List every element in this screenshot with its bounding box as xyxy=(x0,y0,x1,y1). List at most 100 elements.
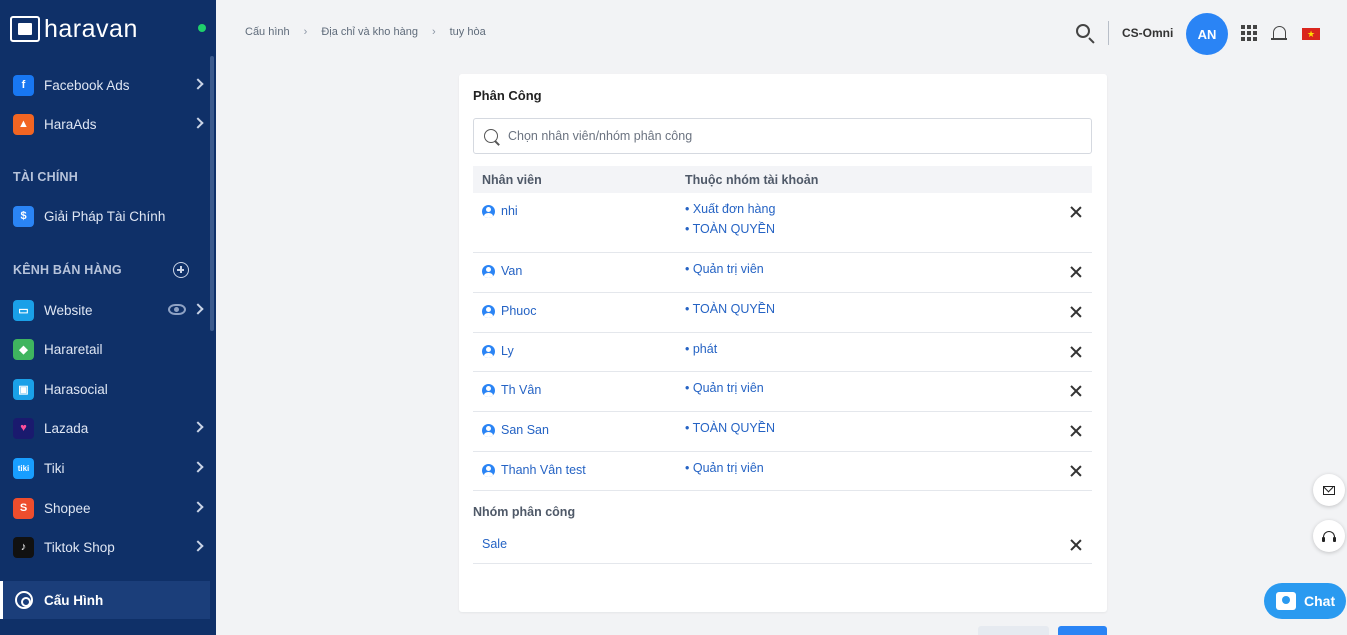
column-header-employee: Nhân viên xyxy=(482,173,542,187)
harasocial-icon: ▣ xyxy=(13,378,34,400)
user-icon xyxy=(482,204,495,218)
employee-name[interactable]: Phuoc xyxy=(482,304,536,318)
employee-name[interactable]: Thanh Vân test xyxy=(482,463,586,477)
cancel-button[interactable] xyxy=(978,626,1049,635)
table-row: San San • TOÀN QUYỀN xyxy=(473,412,1092,452)
user-icon xyxy=(482,423,495,437)
sidebar-item-settings[interactable]: Cấu Hình xyxy=(0,581,210,619)
sidebar-item-facebook-ads[interactable]: f Facebook Ads xyxy=(0,68,210,102)
group-list: • Quản trị viên xyxy=(685,378,764,398)
group-item: • Xuất đơn hàng xyxy=(685,202,776,216)
sidebar-item-finance[interactable]: $ Giải Pháp Tài Chính xyxy=(0,199,210,233)
sidebar-item-label: Lazada xyxy=(44,420,89,436)
search-icon xyxy=(484,129,498,143)
group-item: • phát xyxy=(685,342,718,356)
group-item: • TOÀN QUYỀN xyxy=(685,421,776,435)
mail-icon xyxy=(1323,485,1335,495)
vietnam-flag-icon[interactable]: ★ xyxy=(1302,28,1320,40)
group-list: • phát xyxy=(685,339,717,359)
group-list: • TOÀN QUYỀN xyxy=(685,299,775,319)
assigned-group-name[interactable]: Sale xyxy=(482,537,507,551)
employee-name-text: Van xyxy=(501,264,523,278)
hararetail-icon: ◆ xyxy=(13,338,34,360)
remove-icon[interactable] xyxy=(1070,465,1082,477)
employee-name[interactable]: Th Vân xyxy=(482,383,541,397)
search-icon[interactable] xyxy=(1076,24,1090,38)
group-item: • Quản trị viên xyxy=(685,381,764,395)
breadcrumb-item[interactable]: Địa chỉ và kho hàng xyxy=(321,26,418,38)
apps-grid-icon[interactable] xyxy=(1241,25,1257,41)
mail-button[interactable] xyxy=(1313,474,1345,506)
user-icon xyxy=(482,264,495,278)
logo[interactable]: haravan xyxy=(0,0,216,58)
employee-name[interactable]: Ly xyxy=(482,344,514,358)
user-icon xyxy=(482,383,495,397)
sidebar-item-tiktok-shop[interactable]: ♪ Tiktok Shop xyxy=(0,530,210,564)
remove-icon[interactable] xyxy=(1070,306,1082,318)
group-item: • TOÀN QUYỀN xyxy=(685,302,776,316)
header-divider xyxy=(1108,21,1109,45)
save-button[interactable] xyxy=(1058,626,1107,635)
sidebar-item-label: Tiki xyxy=(44,460,65,476)
employee-name[interactable]: Van xyxy=(482,264,522,278)
employee-name-text: San San xyxy=(501,423,549,437)
section-sales-channels: KÊNH BÁN HÀNG xyxy=(13,263,122,277)
group-list: • Quản trị viên xyxy=(685,259,764,279)
store-name[interactable]: CS-Omni xyxy=(1122,26,1173,40)
tiki-icon: tiki xyxy=(13,457,34,479)
remove-icon[interactable] xyxy=(1070,206,1082,218)
employee-name-text: nhi xyxy=(501,204,518,218)
sidebar-item-hararetail[interactable]: ◆ Hararetail xyxy=(0,332,210,366)
breadcrumb-item[interactable]: Cấu hình xyxy=(245,26,290,38)
gear-icon xyxy=(15,591,33,609)
sidebar: haravan f Facebook Ads ▲ HaraAds TÀI CHÍ… xyxy=(0,0,216,635)
remove-icon[interactable] xyxy=(1070,346,1082,358)
website-icon: ▭ xyxy=(13,299,34,321)
group-item: • Quản trị viên xyxy=(685,262,764,276)
sidebar-item-lazada[interactable]: ♥ Lazada xyxy=(0,411,210,445)
headset-icon xyxy=(1322,530,1336,542)
chat-icon xyxy=(1276,592,1296,610)
assignee-search-input[interactable] xyxy=(508,129,1068,143)
lazada-icon: ♥ xyxy=(13,417,34,439)
chevron-right-icon xyxy=(192,303,204,315)
table-row: Ly • phát xyxy=(473,333,1092,372)
remove-icon[interactable] xyxy=(1070,539,1082,551)
eye-icon[interactable] xyxy=(168,304,186,315)
group-list: • TOÀN QUYỀN xyxy=(685,418,775,438)
tiktok-icon: ♪ xyxy=(13,536,34,558)
sidebar-item-label: Giải Pháp Tài Chính xyxy=(44,208,166,224)
sidebar-scrollbar[interactable] xyxy=(210,56,214,331)
sidebar-item-haraads[interactable]: ▲ HaraAds xyxy=(0,107,210,141)
chevron-right-icon xyxy=(192,78,204,90)
sidebar-item-shopee[interactable]: S Shopee xyxy=(0,491,210,525)
sidebar-item-label: Tiktok Shop xyxy=(44,539,115,555)
remove-icon[interactable] xyxy=(1070,266,1082,278)
table-row: Th Vân • Quản trị viên xyxy=(473,372,1092,412)
assignee-search[interactable] xyxy=(473,118,1092,154)
sidebar-item-tiki[interactable]: tiki Tiki xyxy=(0,451,210,485)
remove-icon[interactable] xyxy=(1070,425,1082,437)
employee-name[interactable]: nhi xyxy=(482,204,518,218)
sidebar-item-label: Hararetail xyxy=(44,341,103,357)
sidebar-item-label: Harasocial xyxy=(44,381,108,397)
sidebar-item-label: Facebook Ads xyxy=(44,77,130,93)
avatar[interactable]: AN xyxy=(1186,13,1228,55)
add-channel-icon[interactable] xyxy=(173,262,189,278)
column-header-group: Thuộc nhóm tài khoản xyxy=(685,173,819,187)
employee-name-text: Thanh Vân test xyxy=(501,463,586,477)
chat-button[interactable]: Chat xyxy=(1264,583,1346,619)
table-row: nhi • Xuất đơn hàng • TOÀN QUYỀN xyxy=(473,193,1092,253)
facebook-icon: f xyxy=(13,74,34,96)
employee-name[interactable]: San San xyxy=(482,423,549,437)
sidebar-item-harasocial[interactable]: ▣ Harasocial xyxy=(0,372,210,406)
remove-icon[interactable] xyxy=(1070,385,1082,397)
group-item: • Quản trị viên xyxy=(685,461,764,475)
support-button[interactable] xyxy=(1313,520,1345,552)
employee-name-text: Phuoc xyxy=(501,304,537,318)
chat-label: Chat xyxy=(1304,593,1336,609)
bell-icon[interactable] xyxy=(1271,26,1287,40)
sidebar-item-website[interactable]: ▭ Website xyxy=(0,293,210,327)
sidebar-item-label: HaraAds xyxy=(44,116,97,132)
breadcrumb-current: tuy hòa xyxy=(449,26,486,38)
